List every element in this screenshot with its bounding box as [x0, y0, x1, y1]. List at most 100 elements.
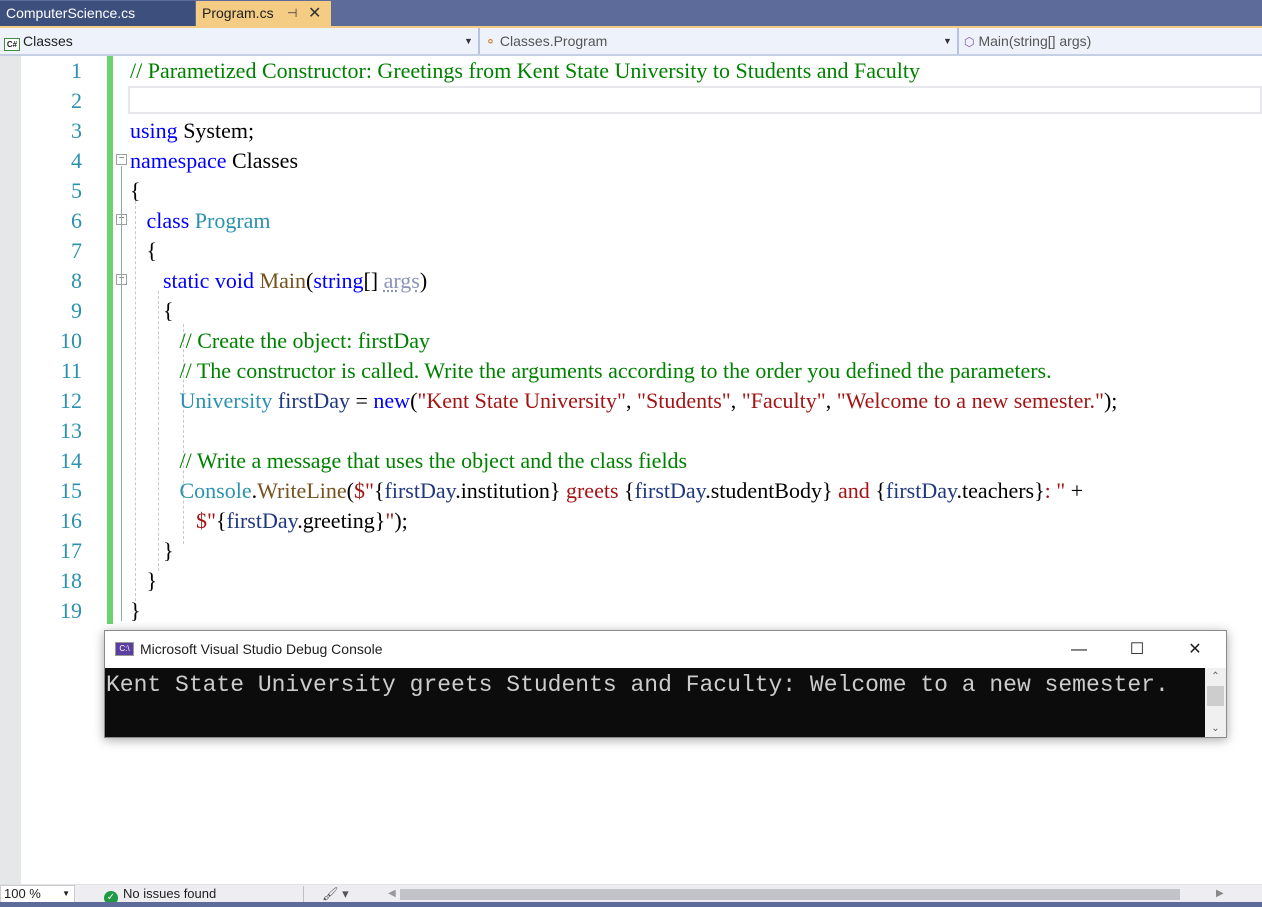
code-token: WriteLine	[257, 478, 347, 503]
code-line[interactable]: 15 Console.WriteLine($"{firstDay.institu…	[0, 476, 1262, 506]
horizontal-scrollbar-thumb[interactable]	[400, 889, 1180, 900]
member-dropdown[interactable]: ⬡ Main(string[] args)	[964, 28, 1262, 54]
code-token: }	[130, 598, 141, 623]
code-text: // Write a message that uses the object …	[130, 446, 688, 476]
code-token: firstDay	[277, 388, 350, 413]
code-text: // Create the object: firstDay	[130, 326, 430, 356]
code-line[interactable]: 13	[0, 416, 1262, 446]
chevron-up-icon[interactable]: ⌃	[1205, 668, 1226, 685]
code-token: "Students"	[636, 388, 731, 413]
pin-icon[interactable]: ⊣	[287, 1, 297, 26]
code-line[interactable]: 3 using System;	[0, 116, 1262, 146]
code-cleanup-icon[interactable]: 🖌 ▾	[322, 885, 349, 903]
zoom-value: 100 %	[4, 886, 41, 901]
tab-computerscience-cs[interactable]: ComputerScience.cs	[0, 1, 195, 26]
maximize-button[interactable]: ☐	[1114, 631, 1160, 668]
console-output-text: Kent State University greets Students an…	[106, 672, 1169, 698]
code-line[interactable]: 4 namespace Classes	[0, 146, 1262, 176]
issues-indicator[interactable]: ✓ No issues found	[104, 885, 217, 905]
divider	[957, 28, 959, 54]
code-token: Classes	[226, 148, 298, 173]
code-line[interactable]: 14 // Write a message that uses the obje…	[0, 446, 1262, 476]
zoom-dropdown[interactable]: 100 % ▼	[0, 885, 75, 903]
code-token: // Create the object: firstDay	[179, 328, 430, 353]
console-app-icon: C:\	[115, 642, 134, 656]
debug-console-window[interactable]: C:\ Microsoft Visual Studio Debug Consol…	[104, 630, 1227, 738]
code-line[interactable]: 2	[0, 86, 1262, 116]
code-token: .institution}	[455, 478, 566, 503]
chevron-down-icon[interactable]: ⌄	[1205, 720, 1226, 737]
code-text: {	[130, 236, 158, 266]
line-number: 7	[71, 238, 82, 263]
project-dropdown[interactable]: C# Classes ▼	[4, 28, 476, 54]
scrollbar-thumb[interactable]	[1207, 686, 1224, 706]
code-line[interactable]: 5{	[0, 176, 1262, 206]
line-number: 8	[71, 268, 82, 293]
code-line[interactable]: 18 }	[0, 566, 1262, 596]
line-number: 2	[71, 88, 82, 113]
code-token: firstDay	[384, 478, 456, 503]
code-token: static void	[163, 268, 255, 293]
code-line[interactable]: 8 static void Main(string[] args)	[0, 266, 1262, 296]
close-icon[interactable]: ✕	[308, 1, 321, 26]
code-line[interactable]: 9 {	[0, 296, 1262, 326]
csharp-project-icon: C#	[4, 38, 20, 51]
close-button[interactable]: ✕	[1172, 631, 1218, 668]
code-text: University firstDay = new("Kent State Un…	[130, 386, 1118, 416]
code-token: System;	[177, 118, 255, 143]
code-line[interactable]: 16 $"{firstDay.greeting}");	[0, 506, 1262, 536]
scroll-right-icon[interactable]: ▶	[1216, 885, 1224, 903]
code-token: );	[1103, 388, 1118, 413]
line-number: 12	[60, 388, 82, 413]
line-number: 4	[71, 148, 82, 173]
chevron-down-icon: ▼	[464, 36, 473, 46]
method-icon: ⬡	[964, 35, 975, 49]
code-line[interactable]: 1 // Parametized Constructor: Greetings f…	[0, 56, 1262, 86]
code-token: {	[215, 508, 227, 533]
code-token: new	[373, 388, 411, 413]
code-line[interactable]: 19}	[0, 596, 1262, 626]
code-line[interactable]: 10 // Create the object: firstDay	[0, 326, 1262, 356]
console-scrollbar[interactable]: ⌃ ⌄	[1205, 668, 1226, 737]
code-token: .studentBody}	[705, 478, 839, 503]
line-number: 6	[71, 208, 82, 233]
code-token: {	[130, 298, 174, 323]
code-token: +	[1065, 478, 1084, 503]
code-token: Main	[259, 268, 306, 293]
type-label: Classes.Program	[499, 33, 608, 49]
code-token: {	[618, 478, 635, 503]
code-line[interactable]: 7 {	[0, 236, 1262, 266]
issues-label: No issues found	[123, 886, 217, 901]
code-token: firstDay	[634, 478, 706, 503]
code-text: {	[130, 296, 174, 326]
code-token: ,	[625, 388, 637, 413]
code-token: : "	[1044, 478, 1066, 503]
console-output-area[interactable]: Kent State University greets Students an…	[105, 668, 1205, 737]
line-number: 18	[60, 568, 82, 593]
code-token: "Kent State University"	[417, 388, 626, 413]
code-line[interactable]: 6 class Program	[0, 206, 1262, 236]
type-dropdown[interactable]: ⚬ Classes.Program ▼	[485, 28, 955, 54]
line-number: 16	[60, 508, 82, 533]
line-number: 9	[71, 298, 82, 323]
code-line[interactable]: 17 }	[0, 536, 1262, 566]
chevron-down-icon: ▼	[62, 889, 70, 898]
scroll-left-icon[interactable]: ◀	[388, 885, 396, 903]
line-number: 11	[60, 358, 82, 383]
code-line[interactable]: 11 // The constructor is called. Write t…	[0, 356, 1262, 386]
code-text: namespace Classes	[130, 146, 298, 176]
line-number: 19	[60, 598, 82, 623]
minimize-button[interactable]: —	[1056, 631, 1102, 668]
code-editor[interactable]: − − − 1// Parametized Constructor: Greet…	[0, 56, 1262, 884]
code-line[interactable]: 12 University firstDay = new("Kent State…	[0, 386, 1262, 416]
tab-program-cs[interactable]: Program.cs ⊣ ✕	[196, 1, 331, 26]
code-text: }	[130, 536, 174, 566]
code-text: Console.WriteLine($"{firstDay.institutio…	[130, 476, 1084, 506]
console-title-bar[interactable]: C:\ Microsoft Visual Studio Debug Consol…	[105, 631, 1226, 668]
code-token: using	[130, 118, 178, 143]
